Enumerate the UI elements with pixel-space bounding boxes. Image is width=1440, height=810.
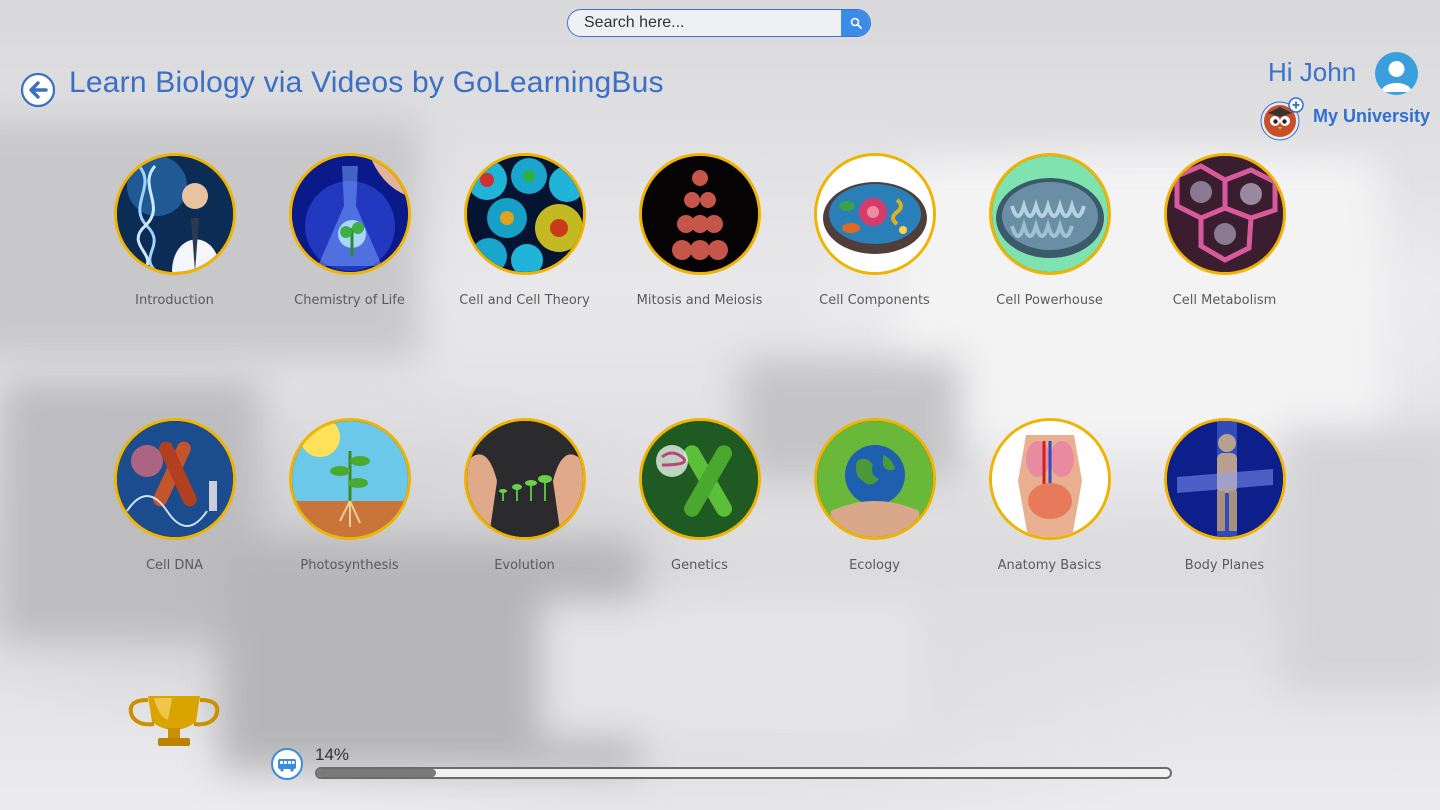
topic-ecology[interactable]: Ecology <box>787 418 962 573</box>
topic-introduction[interactable]: Introduction <box>87 153 262 308</box>
progress-percent: 14% <box>315 745 350 764</box>
topic-label: Chemistry of Life <box>294 293 405 308</box>
topic-photosynthesis[interactable]: Photosynthesis <box>262 418 437 573</box>
topic-image <box>113 418 236 540</box>
trophy-button[interactable] <box>124 690 224 750</box>
topic-label: Body Planes <box>1184 558 1265 573</box>
search-bar <box>567 9 871 37</box>
background <box>0 0 1440 810</box>
topic-cell-and-cell-theory[interactable]: Cell and Cell Theory <box>437 153 612 308</box>
topic-image <box>988 418 1111 540</box>
topic-label: Evolution <box>494 558 555 573</box>
topic-image <box>288 153 411 275</box>
topic-label: Ecology <box>849 558 900 573</box>
topic-cell-metabolism[interactable]: Cell Metabolism <box>1137 153 1312 308</box>
bus-icon <box>271 748 303 780</box>
topic-cell-dna[interactable]: Cell DNA <box>87 418 262 573</box>
user-icon <box>1381 61 1412 92</box>
avatar[interactable] <box>1375 52 1418 95</box>
search-icon <box>850 17 862 29</box>
back-button[interactable] <box>20 72 56 108</box>
topic-image <box>288 418 411 540</box>
topic-cell-components[interactable]: Cell Components <box>787 153 962 308</box>
topic-evolution[interactable]: Evolution <box>437 418 612 573</box>
topic-label: Cell Components <box>819 293 930 308</box>
topic-image <box>463 153 586 275</box>
topic-genetics[interactable]: Genetics <box>612 418 787 573</box>
topic-anatomy-basics[interactable]: Anatomy Basics <box>962 418 1137 573</box>
topic-image <box>1163 153 1286 275</box>
topic-image <box>113 153 236 275</box>
topic-chemistry-of-life[interactable]: Chemistry of Life <box>262 153 437 308</box>
topic-label: Anatomy Basics <box>997 558 1102 573</box>
topic-label: Genetics <box>671 558 728 573</box>
progress-fill <box>317 769 437 777</box>
topic-image <box>1163 418 1286 540</box>
topic-body-planes[interactable]: Body Planes <box>1137 418 1312 573</box>
topic-label: Introduction <box>135 293 214 308</box>
search-input[interactable] <box>568 10 842 36</box>
back-arrow-icon <box>20 72 56 108</box>
my-university-button[interactable] <box>1260 97 1304 141</box>
topic-label: Cell DNA <box>145 558 204 573</box>
owl-mascot-icon <box>1260 97 1304 141</box>
topic-image <box>813 418 936 540</box>
topic-image <box>638 153 761 275</box>
topic-label: Cell Metabolism <box>1172 293 1277 308</box>
topic-cell-powerhouse[interactable]: Cell Powerhouse <box>962 153 1137 308</box>
topic-label: Mitosis and Meiosis <box>636 293 763 308</box>
topic-label: Cell Powerhouse <box>996 293 1103 308</box>
my-university-link[interactable]: My University <box>1313 106 1430 127</box>
page-title: Learn Biology via Videos by GoLearningBu… <box>69 66 664 99</box>
user-greeting: Hi John <box>1268 57 1357 87</box>
trophy-icon <box>128 696 220 746</box>
topic-mitosis-and-meiosis[interactable]: Mitosis and Meiosis <box>612 153 787 308</box>
bus-icon-button[interactable] <box>271 748 303 780</box>
search-button[interactable] <box>841 10 870 36</box>
topic-image <box>813 153 936 275</box>
topic-label: Cell and Cell Theory <box>459 293 590 308</box>
topic-image <box>463 418 586 540</box>
progress-bar <box>315 767 1172 779</box>
topic-image <box>988 153 1111 275</box>
topic-image <box>638 418 761 540</box>
topic-label: Photosynthesis <box>300 558 399 573</box>
